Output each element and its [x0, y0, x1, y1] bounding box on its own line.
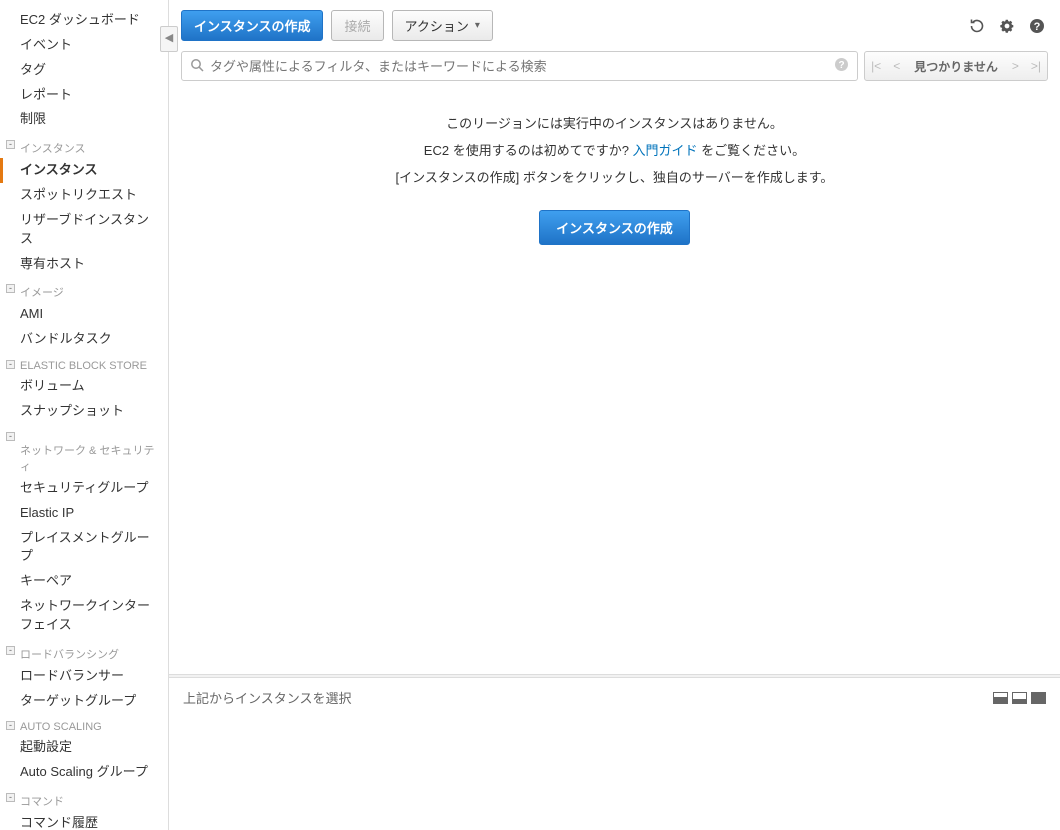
pager-prev-icon: <	[887, 59, 906, 73]
main-panel: インスタンスの作成 接続 アクション ▾ ?	[168, 0, 1060, 830]
collapse-sidebar-button[interactable]: ◀	[160, 26, 178, 52]
sidebar-group-header: -コマンド	[0, 785, 168, 811]
layout-split-icon[interactable]	[993, 692, 1008, 704]
sidebar-item[interactable]: セキュリティグループ	[0, 476, 168, 501]
collapse-toggle-icon[interactable]: -	[6, 721, 15, 730]
layout-full-icon[interactable]	[1031, 692, 1046, 704]
sidebar-group-header: -イメージ	[0, 276, 168, 302]
sidebar-group-header: -インスタンス	[0, 132, 168, 158]
sidebar-item[interactable]: ターゲットグループ	[0, 689, 168, 714]
sidebar-item[interactable]: 制限	[0, 107, 168, 132]
sidebar-group-header: -	[0, 424, 168, 434]
collapse-toggle-icon[interactable]: -	[6, 793, 15, 802]
sidebar-item[interactable]: EC2 ダッシュボード	[0, 8, 168, 33]
empty-line2: EC2 を使用するのは初めてですか? 入門ガイド をご覧ください。	[169, 140, 1060, 159]
connect-button: 接続	[331, 10, 383, 41]
sidebar-item[interactable]: スポットリクエスト	[0, 183, 168, 208]
create-instance-button-center[interactable]: インスタンスの作成	[539, 210, 689, 245]
sidebar-item[interactable]: タグ	[0, 58, 168, 83]
sidebar-item[interactable]: コマンド履歴	[0, 811, 168, 830]
collapse-toggle-icon[interactable]: -	[6, 646, 15, 655]
search-box[interactable]: ?	[181, 51, 858, 81]
gear-icon[interactable]	[996, 15, 1018, 37]
sidebar-item[interactable]: レポート	[0, 83, 168, 108]
svg-text:?: ?	[839, 60, 845, 71]
svg-text:?: ?	[1034, 21, 1041, 33]
sidebar-item[interactable]: バンドルタスク	[0, 327, 168, 352]
sidebar-item[interactable]: キーペア	[0, 569, 168, 594]
sidebar-item[interactable]: Auto Scaling グループ	[0, 760, 168, 785]
layout-icons	[993, 692, 1046, 704]
collapse-toggle-icon[interactable]: -	[6, 284, 15, 293]
sidebar-item[interactable]: イベント	[0, 33, 168, 58]
actions-label: アクション	[405, 16, 469, 35]
toolbar: インスタンスの作成 接続 アクション ▾ ?	[169, 0, 1060, 51]
actions-button[interactable]: アクション ▾	[392, 10, 493, 41]
create-instance-button[interactable]: インスタンスの作成	[181, 10, 323, 41]
sidebar-item[interactable]: スナップショット	[0, 399, 168, 424]
help-icon[interactable]: ?	[1026, 15, 1048, 37]
pager-next-icon: >	[1006, 59, 1025, 73]
bottom-panel: 上記からインスタンスを選択	[169, 678, 1060, 830]
layout-bottom-icon[interactable]	[1012, 692, 1027, 704]
sidebar-item[interactable]: 専有ホスト	[0, 252, 168, 277]
sidebar-group-header: -ロードバランシング	[0, 638, 168, 664]
search-input[interactable]	[210, 59, 834, 74]
empty-line1: このリージョンには実行中のインスタンスはありません。	[169, 113, 1060, 132]
searchbar: ? |< < 見つかりません > >|	[169, 51, 1060, 91]
sidebar-group-header: -ELASTIC BLOCK STORE	[0, 352, 168, 374]
search-icon	[190, 58, 204, 75]
sidebar: ◀ EC2 ダッシュボードイベントタグレポート制限 -インスタンスインスタンスス…	[0, 0, 168, 830]
sidebar-item[interactable]: Elastic IP	[0, 501, 168, 526]
sidebar-item[interactable]: リザーブドインスタンス	[0, 208, 168, 252]
pager-last-icon: >|	[1025, 59, 1047, 73]
sidebar-item[interactable]: ネットワークインターフェイス	[0, 594, 168, 638]
chevron-down-icon: ▾	[475, 20, 480, 31]
bottom-title: 上記からインスタンスを選択	[183, 688, 993, 707]
sidebar-item[interactable]: 起動設定	[0, 735, 168, 760]
collapse-toggle-icon[interactable]: -	[6, 360, 15, 369]
collapse-toggle-icon[interactable]: -	[6, 140, 15, 149]
empty-line3: [インスタンスの作成] ボタンをクリックし、独自のサーバーを作成します。	[169, 167, 1060, 186]
sidebar-item[interactable]: プレイスメントグループ	[0, 526, 168, 570]
sidebar-item[interactable]: ボリューム	[0, 374, 168, 399]
pager-first-icon: |<	[865, 59, 887, 73]
pager-text: 見つかりません	[906, 58, 1006, 75]
search-help-icon[interactable]: ?	[834, 57, 849, 76]
sidebar-group-header: ネットワーク & セキュリティ	[0, 434, 168, 476]
sidebar-item[interactable]: AMI	[0, 302, 168, 327]
refresh-icon[interactable]	[966, 15, 988, 37]
panel-divider[interactable]	[169, 674, 1060, 678]
getting-started-link[interactable]: 入門ガイド	[633, 143, 698, 158]
empty-state: このリージョンには実行中のインスタンスはありません。 EC2 を使用するのは初め…	[169, 91, 1060, 674]
sidebar-item[interactable]: ロードバランサー	[0, 664, 168, 689]
pager: |< < 見つかりません > >|	[864, 51, 1048, 81]
sidebar-group-header: -AUTO SCALING	[0, 713, 168, 735]
sidebar-item[interactable]: インスタンス	[0, 158, 168, 183]
